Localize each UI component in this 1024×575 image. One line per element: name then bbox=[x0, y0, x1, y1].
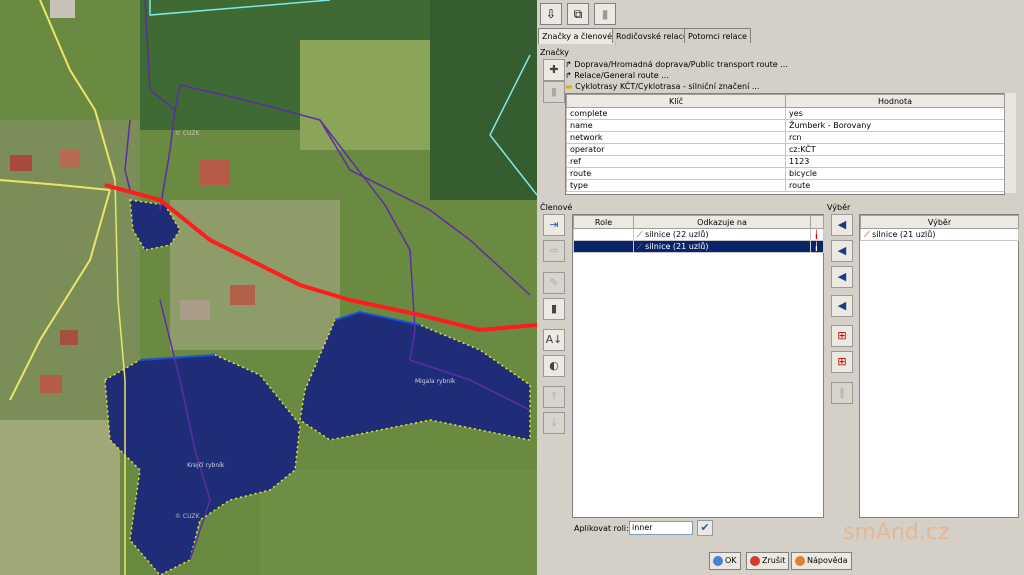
add-to-end-icon[interactable]: ◀ bbox=[831, 295, 853, 317]
move-member-icon[interactable]: ⇨ bbox=[543, 240, 565, 262]
table-row[interactable]: ⟋ silnice (21 uzlů) ╽ bbox=[573, 240, 824, 253]
way-icon: ⟋ bbox=[637, 241, 646, 251]
edit-member-icon[interactable]: ✎ bbox=[543, 272, 565, 294]
way-icon: ⟋ bbox=[864, 229, 873, 239]
members-table[interactable]: Role Odkazuje na ⟋ silnice (22 uzlů) ╽ ⟋… bbox=[572, 214, 824, 518]
selection-section-title: Výběr bbox=[827, 203, 851, 212]
preset-item[interactable]: ↱ Relace/General route ... bbox=[565, 71, 669, 80]
copyright-label: © CUZK bbox=[175, 513, 200, 520]
column-header-value[interactable]: Hodnota bbox=[785, 94, 1005, 108]
add-after-icon[interactable]: ◀ bbox=[831, 266, 853, 288]
route-icon: ↱ bbox=[565, 60, 575, 69]
folder-icon: ▬ bbox=[565, 82, 576, 91]
add-before-icon[interactable]: ◀ bbox=[831, 240, 853, 262]
delete-member-icon[interactable]: ▮ bbox=[543, 298, 565, 320]
members-section-title: Členové bbox=[540, 203, 573, 212]
tab-tags-members[interactable]: Značky a členové bbox=[538, 28, 617, 44]
table-row[interactable]: network rcn bbox=[566, 131, 1005, 144]
column-header-key[interactable]: Klíč bbox=[566, 94, 786, 108]
lake-label: Krejčí rybník bbox=[187, 462, 225, 469]
apply-role-button[interactable]: ✔ bbox=[697, 520, 713, 536]
table-row[interactable]: complete yes bbox=[566, 107, 1005, 120]
ok-button[interactable]: OK bbox=[709, 552, 741, 570]
add-tag-button[interactable]: ✚ bbox=[543, 59, 565, 81]
sort-az-icon[interactable]: A↓ bbox=[543, 329, 565, 351]
check-icon bbox=[713, 555, 723, 566]
preset-item[interactable]: ↱ Doprava/Hromadná doprava/Public transp… bbox=[565, 60, 788, 69]
role-input[interactable]: inner bbox=[629, 521, 693, 535]
apply-role-label: Aplikovat roli: bbox=[574, 524, 629, 533]
lake-label: Migala rybník bbox=[415, 378, 456, 385]
cancel-icon bbox=[750, 555, 760, 566]
table-row[interactable]: operator cz:KČT bbox=[566, 143, 1005, 156]
link-icon: ╽ bbox=[810, 240, 824, 253]
column-header-role[interactable]: Role bbox=[573, 215, 634, 229]
table-row[interactable]: type route bbox=[566, 179, 1005, 192]
link-icon: ╽ bbox=[810, 228, 824, 241]
table-row[interactable]: name Žumberk - Borovany bbox=[566, 119, 1005, 132]
table-row[interactable]: ⟋ silnice (22 uzlů) ╽ bbox=[573, 228, 824, 241]
tab-child-relations[interactable]: Potomci relace bbox=[684, 28, 751, 43]
way-icon: ⟋ bbox=[637, 229, 646, 239]
map-canvas[interactable] bbox=[0, 0, 537, 575]
column-header-ref[interactable]: Odkazuje na bbox=[633, 215, 811, 229]
select-members-icon[interactable]: ⊞ bbox=[831, 351, 853, 373]
move-up-icon[interactable]: ⤒ bbox=[543, 386, 565, 408]
copyright-label: © CUZK bbox=[175, 130, 200, 137]
help-button[interactable]: Nápověda bbox=[791, 552, 852, 570]
add-to-start-icon[interactable]: ◀ bbox=[831, 214, 853, 236]
help-icon bbox=[795, 555, 805, 566]
copy-icon[interactable]: ⧉ bbox=[567, 3, 589, 25]
relation-editor-panel: ⇩ ⧉ ▮ Značky a členové Rodičovské relace… bbox=[537, 0, 1024, 575]
remove-selected-icon[interactable]: ⊞ bbox=[831, 325, 853, 347]
map-view[interactable]: Krejčí rybník Migala rybník © CUZK © CUZ… bbox=[0, 0, 537, 575]
tags-section-title: Značky bbox=[540, 48, 569, 57]
move-down-icon[interactable]: ⤓ bbox=[543, 412, 565, 434]
connect-icon[interactable]: ∥ bbox=[831, 382, 853, 404]
table-row[interactable]: route bicycle bbox=[566, 167, 1005, 180]
tab-parent-relations[interactable]: Rodičovské relace bbox=[612, 28, 692, 43]
column-header-selection[interactable]: Výběr bbox=[860, 215, 1019, 229]
delete-tag-button[interactable]: ▮ bbox=[543, 81, 565, 103]
tags-table[interactable]: Klíč Hodnota complete yes name Žumberk - B… bbox=[565, 93, 1005, 195]
reverse-icon[interactable]: ◐ bbox=[543, 355, 565, 377]
delete-icon[interactable]: ▮ bbox=[594, 3, 616, 25]
download-icon[interactable]: ⇩ bbox=[540, 3, 562, 25]
tags-scrollbar[interactable] bbox=[1004, 93, 1016, 193]
sort-members-icon[interactable]: ⇥ bbox=[543, 214, 565, 236]
table-row[interactable]: ⟋ silnice (21 uzlů) bbox=[860, 228, 1019, 241]
table-row[interactable]: ref 1123 bbox=[566, 155, 1005, 168]
selection-table[interactable]: Výběr ⟋ silnice (21 uzlů) bbox=[859, 214, 1019, 518]
preset-item[interactable]: ▬ Cyklotrasy KČT/Cyklotrasa - silniční z… bbox=[565, 82, 759, 91]
route-icon: ↱ bbox=[565, 71, 575, 80]
watermark: smAnd.cz bbox=[843, 520, 950, 545]
cancel-button[interactable]: Zrušit bbox=[746, 552, 790, 570]
